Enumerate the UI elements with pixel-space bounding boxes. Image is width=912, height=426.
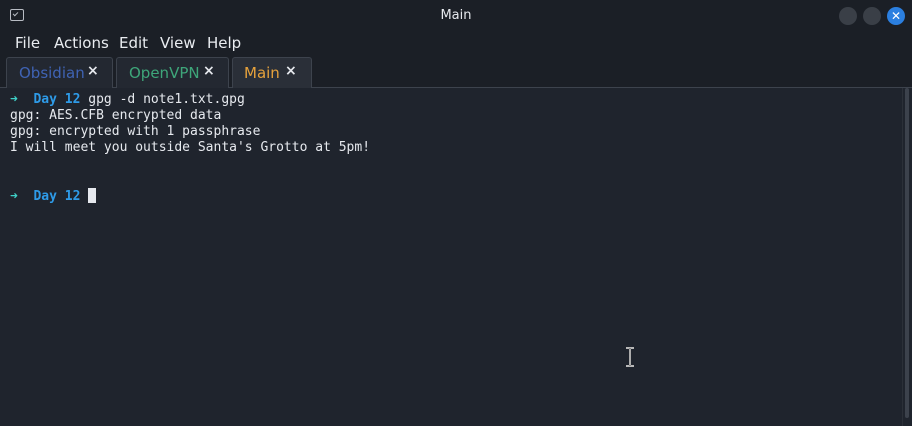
menu-bar: File Actions Edit View Help	[0, 32, 912, 54]
close-window-button[interactable]: ✕	[887, 7, 905, 25]
tab-close-icon[interactable]: ×	[285, 63, 297, 79]
tab-label: OpenVPN	[129, 64, 200, 82]
current-prompt-line[interactable]: ➜ Day 12	[10, 188, 97, 204]
output-line: gpg: encrypted with 1 passphrase	[10, 124, 261, 139]
tab-close-icon[interactable]: ×	[203, 63, 215, 79]
menu-edit[interactable]: Edit	[119, 34, 148, 52]
minimize-button[interactable]	[839, 7, 857, 25]
prompt-directory: Day 12	[33, 189, 81, 204]
command-text: gpg -d note1.txt.gpg	[88, 92, 245, 107]
terminal-window: Main ✕ File Actions Edit View Help Obsid…	[0, 0, 912, 426]
menu-actions[interactable]: Actions	[54, 34, 109, 52]
vertical-scrollbar[interactable]	[902, 88, 912, 426]
menu-view[interactable]: View	[160, 34, 196, 52]
tab-label: Obsidian	[19, 64, 85, 82]
output-line: gpg: AES.CFB encrypted data	[10, 108, 222, 123]
window-title: Main	[440, 8, 472, 23]
tab-bar: Obsidian × OpenVPN × Main ×	[0, 54, 912, 88]
tab-close-icon[interactable]: ×	[87, 63, 99, 79]
maximize-button[interactable]	[863, 7, 881, 25]
tab-obsidian[interactable]: Obsidian ×	[6, 57, 113, 88]
tab-openvpn[interactable]: OpenVPN ×	[116, 57, 229, 88]
tab-main[interactable]: Main ×	[232, 57, 312, 88]
menu-help[interactable]: Help	[207, 34, 241, 52]
output-line: I will meet you outside Santa's Grotto a…	[10, 140, 371, 155]
terminal-output-area[interactable]: ➜ Day 12 gpg -d note1.txt.gpg gpg: AES.C…	[0, 88, 902, 426]
tab-label: Main	[244, 64, 280, 82]
prompt-arrow-icon: ➜	[10, 189, 18, 204]
title-bar: Main ✕	[0, 0, 912, 32]
text-cursor	[88, 188, 97, 203]
prompt-arrow-icon: ➜	[10, 92, 18, 107]
prompt-line: ➜ Day 12 gpg -d note1.txt.gpg	[10, 92, 245, 107]
menu-file[interactable]: File	[15, 34, 40, 52]
prompt-directory: Day 12	[33, 92, 81, 107]
ibeam-cursor-icon	[626, 347, 634, 367]
